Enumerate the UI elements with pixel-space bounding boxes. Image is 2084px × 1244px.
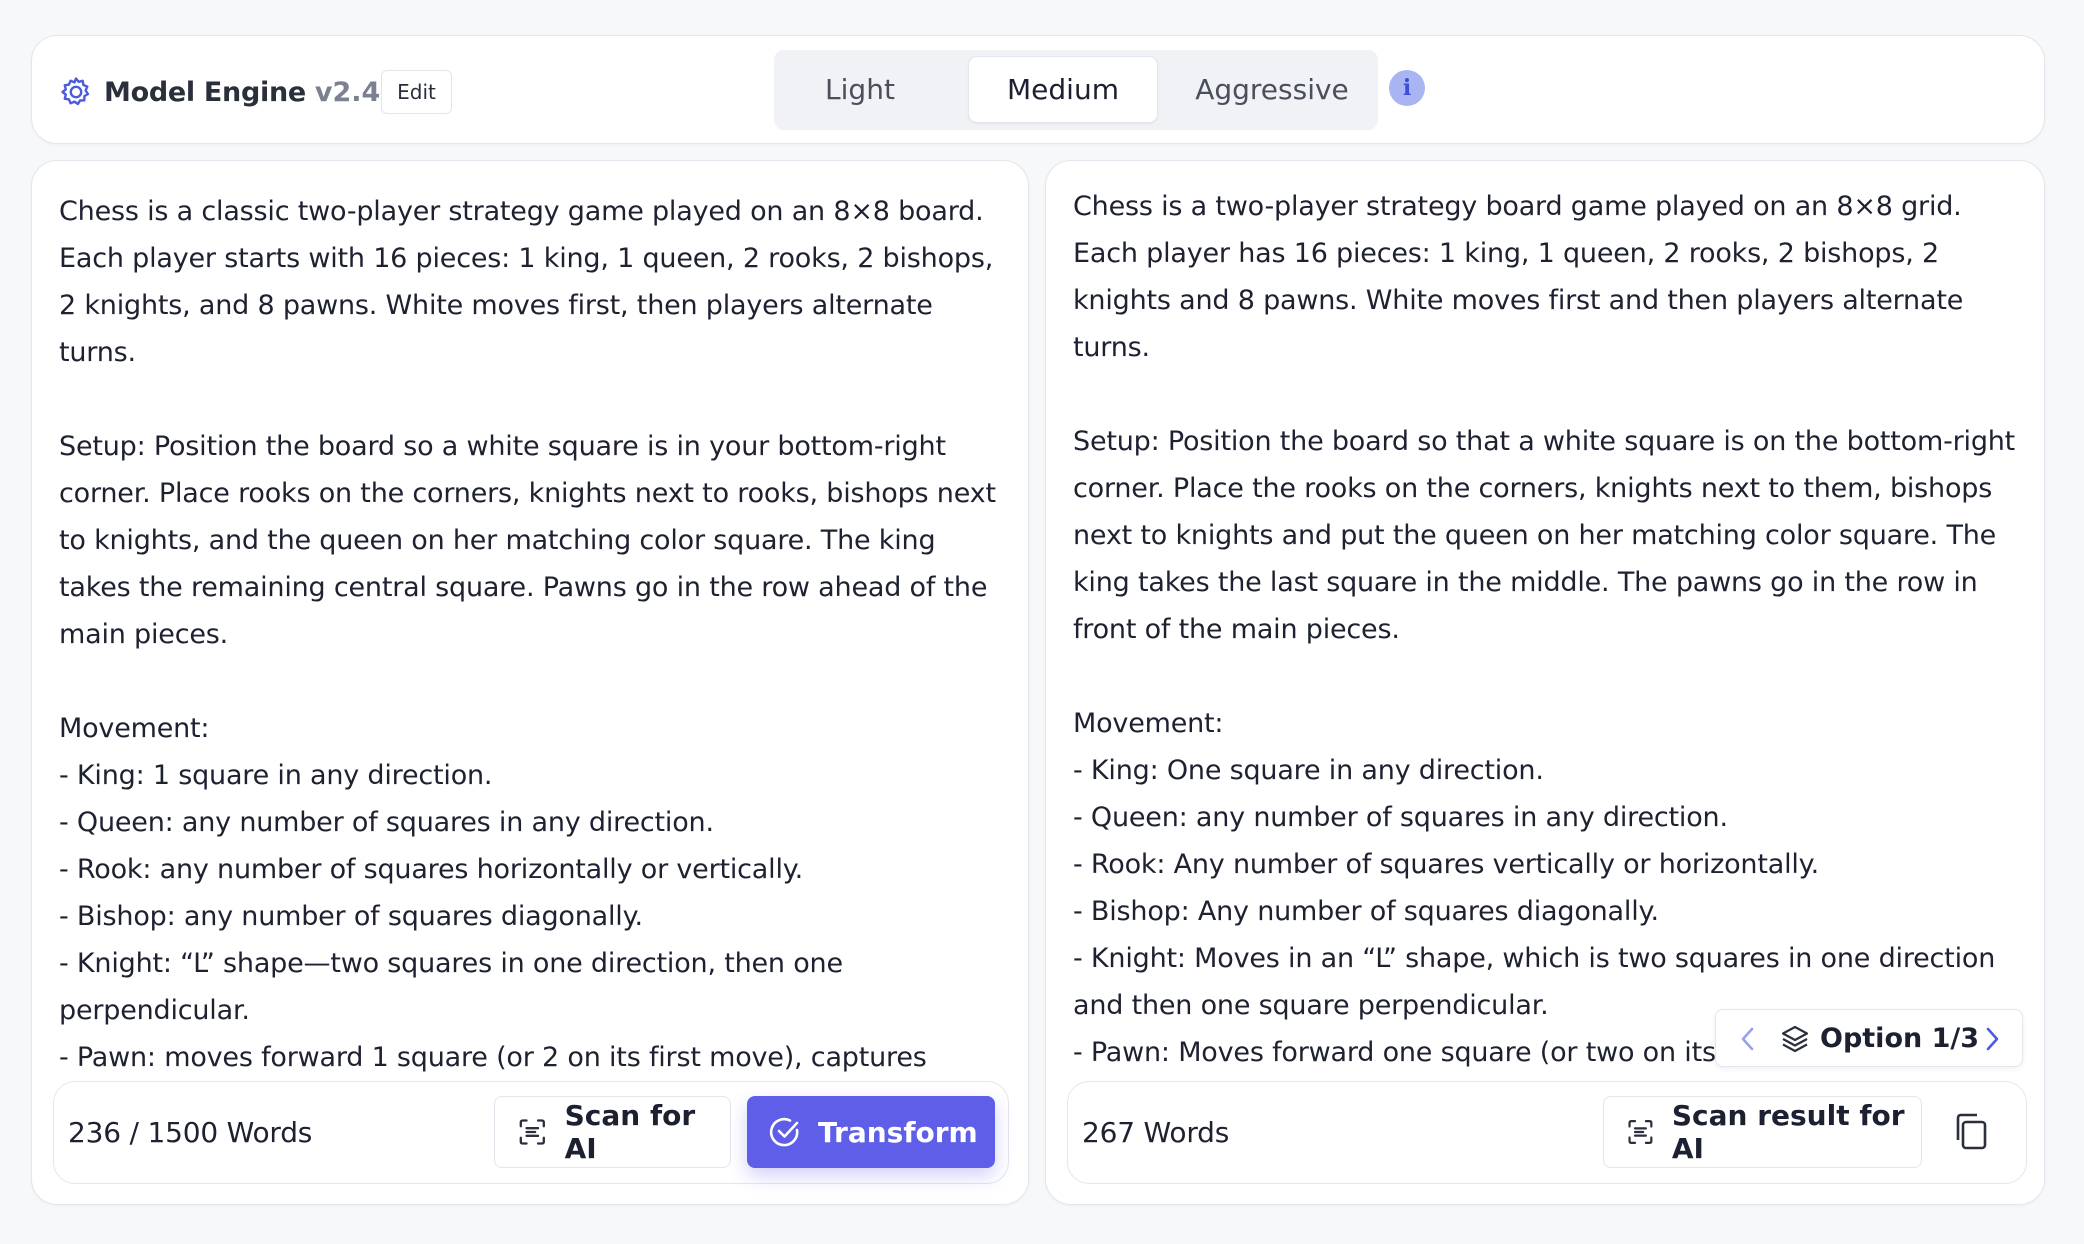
input-panel: Chess is a classic two-player strategy g… (31, 160, 1029, 1205)
output-footer: 267 Words Scan result for AI (1067, 1081, 2027, 1184)
option-label: Option 1/3 (1820, 1022, 1980, 1054)
chevron-right-icon[interactable] (1980, 1025, 2004, 1053)
mode-medium[interactable]: Medium (968, 56, 1158, 123)
scan-text-icon (519, 1119, 545, 1145)
scan-result-for-ai-label: Scan result for AI (1671, 1099, 1905, 1165)
output-word-count: 267 Words (1082, 1115, 1230, 1149)
chevron-left-icon[interactable] (1736, 1025, 1760, 1053)
transform-label: Transform (818, 1115, 978, 1149)
output-text: Chess is a two-player strategy board gam… (1073, 191, 2016, 1068)
app-name: Model Engine (104, 76, 306, 108)
edit-button[interactable]: Edit (381, 70, 452, 114)
output-panel: Chess is a two-player strategy board gam… (1045, 160, 2045, 1205)
option-navigator: Option 1/3 (1715, 1009, 2023, 1067)
input-word-count: 236 / 1500 Words (68, 1115, 313, 1149)
check-circle-icon (769, 1117, 799, 1147)
scan-for-ai-label: Scan for AI (564, 1099, 696, 1165)
mode-light[interactable]: Light (782, 56, 938, 123)
input-footer: 236 / 1500 Words Scan for AI Transform (53, 1081, 1009, 1184)
scan-for-ai-button[interactable]: Scan for AI (494, 1096, 731, 1168)
transform-button[interactable]: Transform (747, 1096, 995, 1168)
gear-icon (61, 77, 90, 106)
info-icon[interactable]: i (1389, 70, 1425, 106)
input-textarea[interactable]: Chess is a classic two-player strategy g… (59, 188, 1004, 1078)
scan-result-for-ai-button[interactable]: Scan result for AI (1603, 1096, 1922, 1168)
mode-selector: Light Medium Aggressive (774, 50, 1378, 130)
top-bar: Model Engine v2.4.0 Edit Light Medium Ag… (31, 35, 2045, 144)
layers-icon (1781, 1025, 1809, 1053)
brand: Model Engine v2.4.0 (58, 72, 409, 112)
copy-icon[interactable] (1950, 1110, 1994, 1154)
scan-text-icon (1628, 1120, 1653, 1144)
mode-aggressive[interactable]: Aggressive (1174, 56, 1370, 123)
